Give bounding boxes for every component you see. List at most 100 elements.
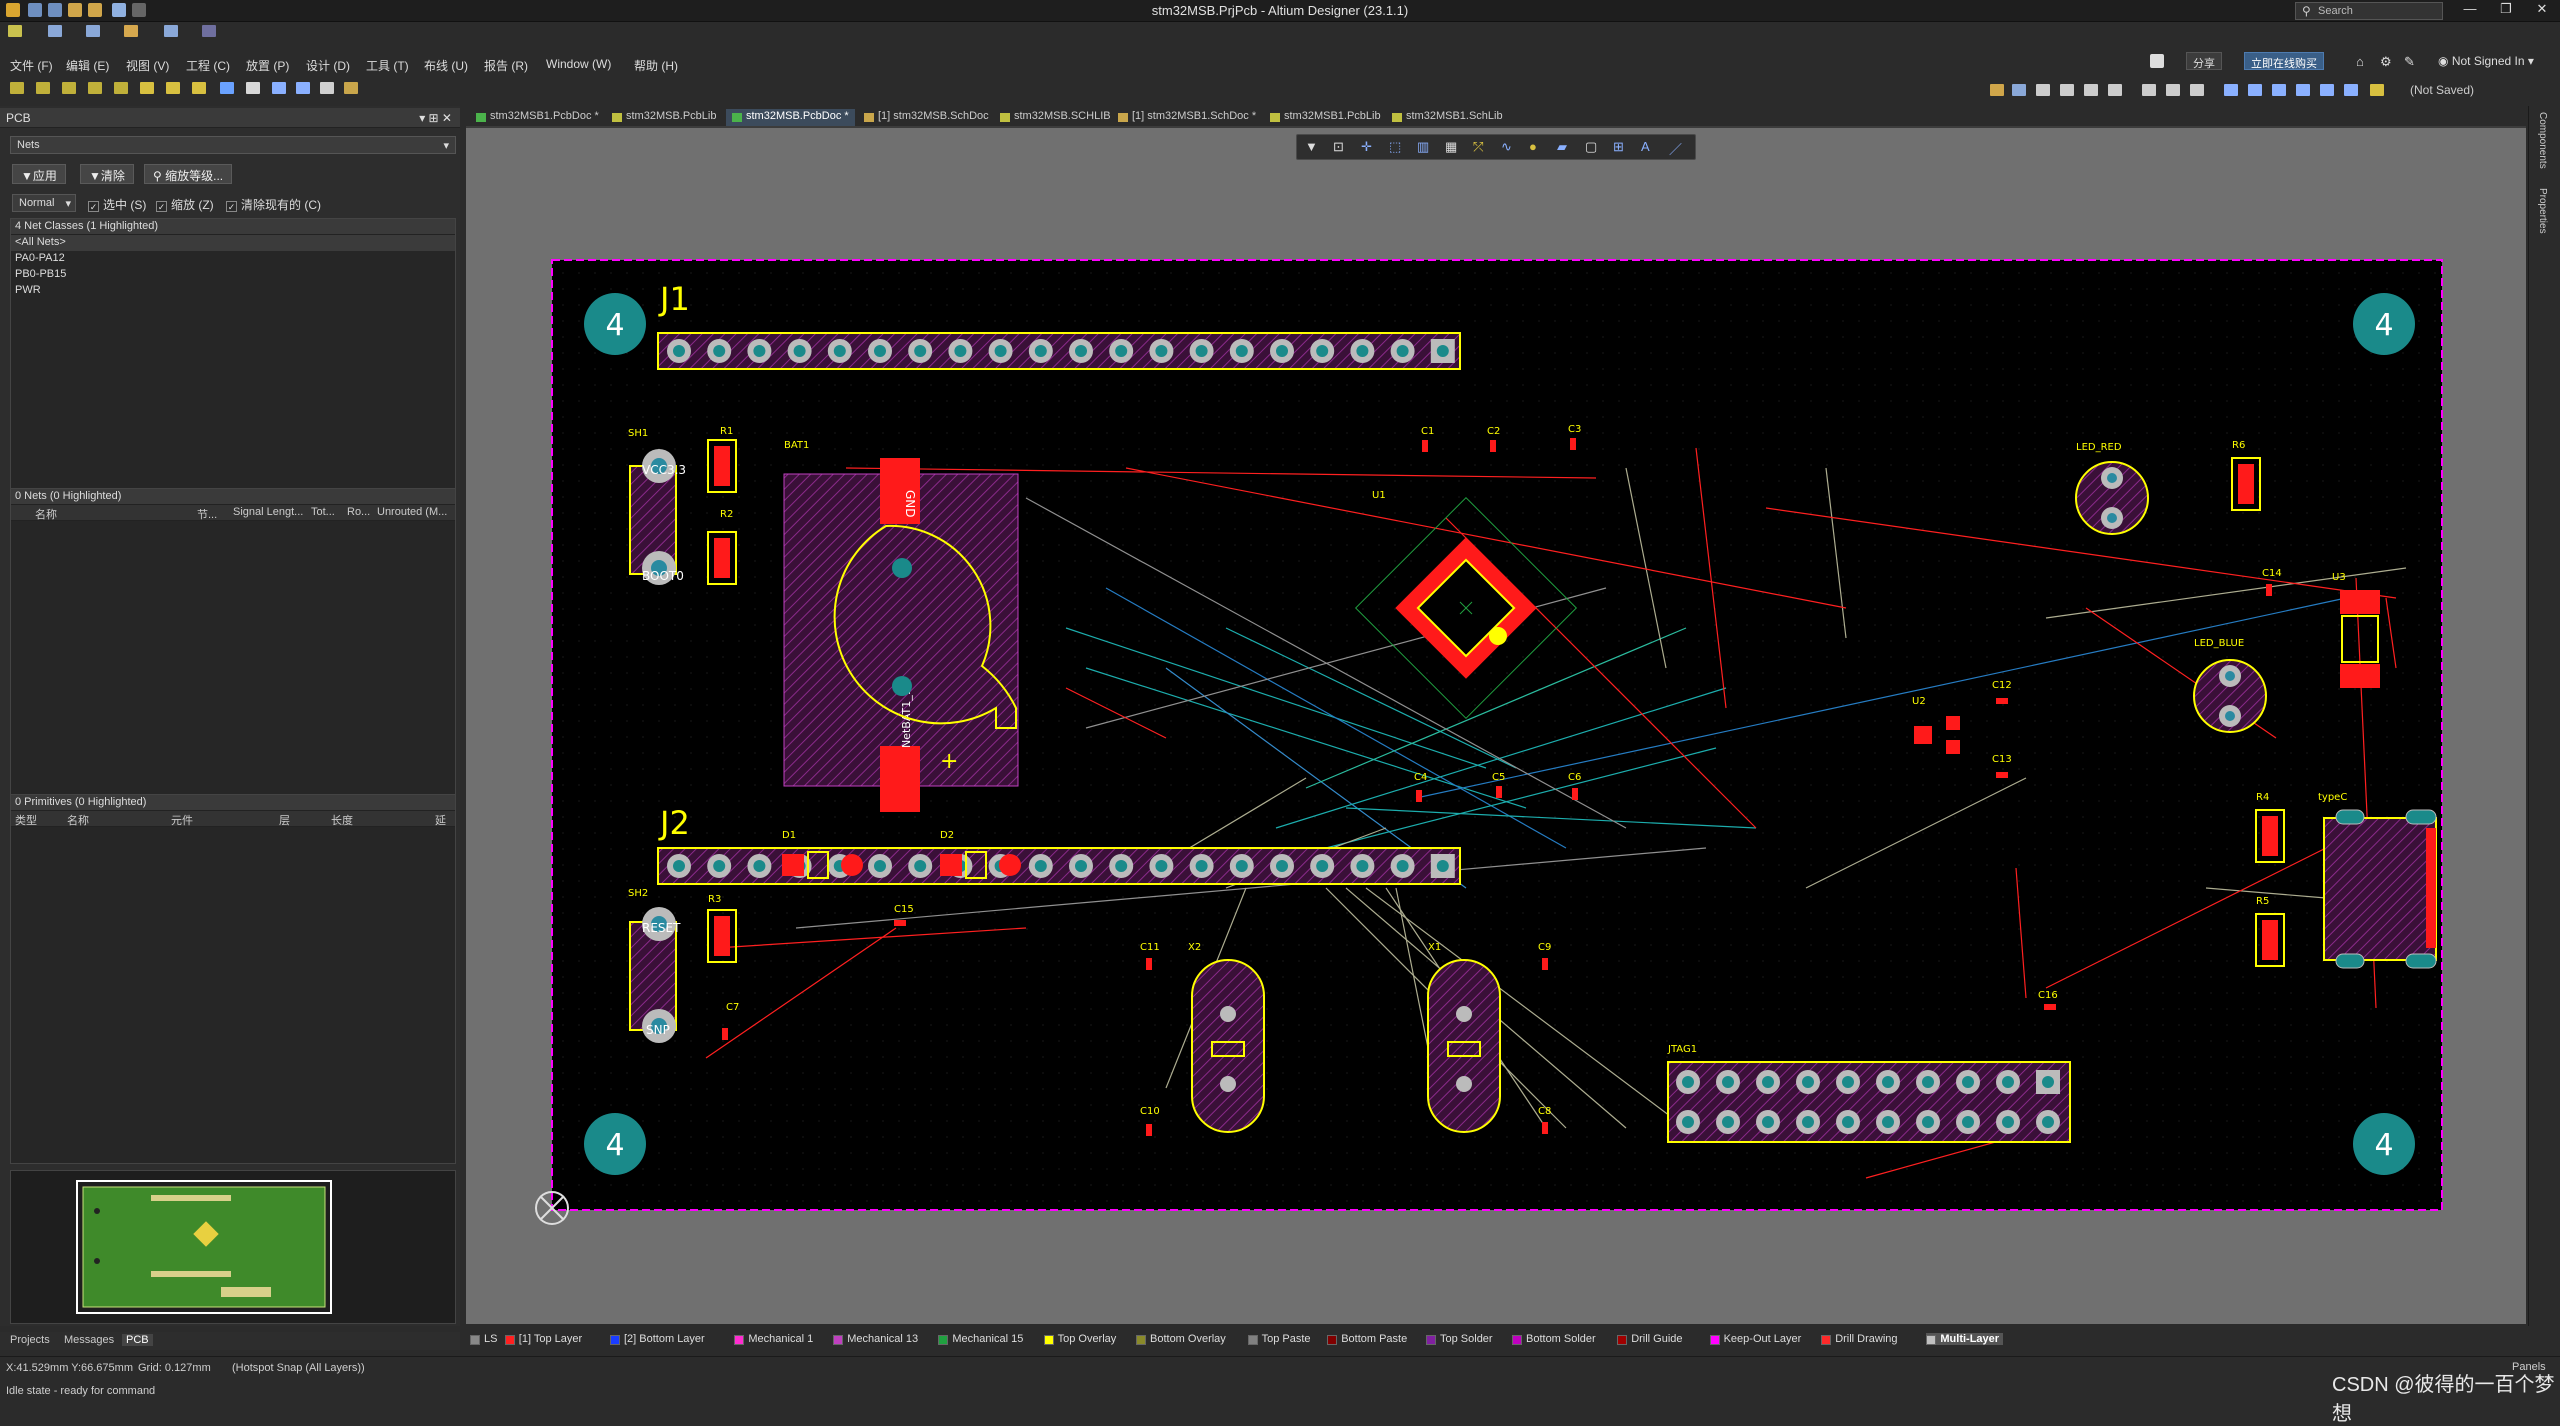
diff-pair-icon[interactable]: ∿ bbox=[1501, 139, 1512, 155]
panel-mode-select[interactable]: Nets ▾ bbox=[10, 136, 456, 154]
align-icon[interactable]: ▥ bbox=[1417, 139, 1429, 155]
select-rect-tool-icon[interactable]: ⬚ bbox=[1389, 139, 1401, 155]
zoom-level-button[interactable]: ⚲ 缩放等级... bbox=[144, 164, 233, 184]
menu-reports[interactable]: 报告 (R) bbox=[484, 57, 528, 74]
pencil-icon[interactable] bbox=[8, 25, 22, 37]
notification-icon[interactable]: ✎ bbox=[2404, 54, 2415, 70]
layer-tab[interactable]: Bottom Overlay bbox=[1136, 1333, 1226, 1345]
menu-tools[interactable]: 工具 (T) bbox=[366, 57, 409, 74]
zoom-checkbox[interactable]: ✓ 缩放 (Z) bbox=[156, 196, 214, 213]
layer-tab[interactable]: Drill Drawing bbox=[1821, 1333, 1898, 1345]
chat-icon[interactable] bbox=[2150, 54, 2164, 68]
tab-pcb[interactable]: PCB bbox=[122, 1334, 153, 1346]
col-type[interactable]: 类型 bbox=[15, 812, 37, 828]
via-icon[interactable] bbox=[140, 82, 154, 94]
col-delay[interactable]: 延 bbox=[435, 812, 446, 828]
layer-tab[interactable]: Multi-Layer bbox=[1926, 1333, 2004, 1345]
share-button[interactable]: 分享 bbox=[2186, 52, 2222, 70]
view-icon[interactable] bbox=[164, 25, 178, 37]
menu-file[interactable]: 文件 (F) bbox=[10, 57, 53, 74]
apply-button[interactable]: ▼应用 bbox=[12, 164, 66, 184]
list-item[interactable]: PB0-PB15 bbox=[11, 267, 455, 283]
track-icon[interactable] bbox=[62, 82, 76, 94]
col-component[interactable]: 元件 bbox=[171, 812, 193, 828]
home-icon[interactable]: ⌂ bbox=[2356, 54, 2364, 69]
doc-tab[interactable]: stm32MSB1.PcbDoc * bbox=[470, 109, 605, 126]
clear-button[interactable]: ▼清除 bbox=[80, 164, 134, 184]
fill-icon[interactable] bbox=[220, 82, 234, 94]
list-item[interactable]: PA0-PA12 bbox=[11, 251, 455, 267]
pcb-canvas[interactable]: 4 4 4 4 J1 J2 VCC3.3 BOOT0 SH1 R1 R2 BAT… bbox=[466, 128, 2526, 1324]
paste-icon[interactable] bbox=[2166, 84, 2180, 96]
doc-tab-active[interactable]: stm32MSB.PcbDoc * bbox=[726, 109, 855, 126]
tab-components[interactable]: Components bbox=[2537, 112, 2548, 169]
layer-tab[interactable]: Top Overlay bbox=[1043, 1333, 1116, 1345]
maximize-button[interactable]: ❐ bbox=[2488, 1, 2524, 21]
fill-tool-icon[interactable]: ▰ bbox=[1557, 139, 1567, 155]
col-length[interactable]: 长度 bbox=[331, 812, 353, 828]
place-component-icon[interactable]: ▦ bbox=[1445, 139, 1457, 155]
select-tool-icon[interactable]: ⊡ bbox=[1333, 139, 1344, 155]
select-checkbox[interactable]: ✓ 选中 (S) bbox=[88, 196, 146, 213]
layer-tab[interactable]: [1] Top Layer bbox=[504, 1333, 582, 1345]
layer-tab[interactable]: Mechanical 13 bbox=[833, 1333, 918, 1345]
col-layer[interactable]: 层 bbox=[279, 812, 290, 828]
menu-design[interactable]: 设计 (D) bbox=[306, 57, 350, 74]
board-preview[interactable] bbox=[10, 1170, 456, 1324]
scissors-icon[interactable] bbox=[2108, 84, 2122, 96]
doc-tab[interactable]: stm32MSB.PcbLib bbox=[606, 109, 722, 126]
list-item[interactable]: PWR bbox=[11, 283, 455, 299]
col-prim-name[interactable]: 名称 bbox=[67, 812, 89, 828]
region-icon[interactable] bbox=[114, 82, 128, 94]
layer-tab[interactable]: Bottom Paste bbox=[1327, 1333, 1407, 1345]
layer-tab[interactable]: Bottom Solder bbox=[1512, 1333, 1596, 1345]
tab-properties[interactable]: Properties bbox=[2537, 188, 2548, 234]
route-icon[interactable] bbox=[124, 25, 138, 37]
layer-tab[interactable]: Top Solder bbox=[1426, 1333, 1493, 1345]
select-rect-icon[interactable] bbox=[2224, 84, 2238, 96]
polygon-icon[interactable] bbox=[246, 82, 260, 94]
deselect-icon[interactable] bbox=[2272, 84, 2286, 96]
layer-tab[interactable]: Drill Guide bbox=[1617, 1333, 1683, 1345]
folder-icon[interactable] bbox=[1990, 84, 2004, 96]
arc-place-icon[interactable] bbox=[192, 82, 206, 94]
clear-filter-icon[interactable] bbox=[2296, 84, 2310, 96]
col-name[interactable]: 名称 bbox=[35, 506, 57, 522]
move-icon[interactable] bbox=[36, 82, 50, 94]
layer-tab[interactable]: Mechanical 15 bbox=[938, 1333, 1023, 1345]
redo-doc-icon[interactable] bbox=[2344, 84, 2358, 96]
menu-help[interactable]: 帮助 (H) bbox=[634, 57, 678, 74]
col-routed[interactable]: Ro... bbox=[347, 506, 370, 518]
doc-tab[interactable]: stm32MSB.SCHLIB bbox=[994, 109, 1117, 126]
move-tool-icon[interactable]: ✛ bbox=[1361, 139, 1372, 155]
menu-route[interactable]: 布线 (U) bbox=[424, 57, 468, 74]
rubber-stamp-icon[interactable] bbox=[2190, 84, 2204, 96]
panel-controls[interactable]: ▾ ⊞ ✕ bbox=[419, 111, 452, 125]
save-doc-icon[interactable] bbox=[2012, 84, 2026, 96]
layer-tab[interactable]: Top Paste bbox=[1247, 1333, 1311, 1345]
via-tool-icon[interactable]: ● bbox=[1529, 139, 1537, 154]
board-icon[interactable] bbox=[202, 25, 216, 37]
move-sel-icon[interactable] bbox=[2248, 84, 2262, 96]
dimension-icon[interactable] bbox=[320, 82, 334, 94]
flash-icon[interactable] bbox=[2370, 84, 2384, 96]
col-total[interactable]: Tot... bbox=[311, 506, 335, 518]
dimension-tool-icon[interactable]: ⊞ bbox=[1613, 139, 1624, 155]
col-nodes[interactable]: 节... bbox=[197, 506, 217, 522]
arc-icon[interactable] bbox=[88, 82, 102, 94]
layer-tab[interactable]: Keep-Out Layer bbox=[1709, 1333, 1801, 1345]
zoom-icon[interactable] bbox=[2060, 84, 2074, 96]
search-box[interactable]: ⚲ Search bbox=[2295, 2, 2443, 20]
mask-mode-select[interactable]: Normal ▾ bbox=[12, 194, 76, 212]
component-icon[interactable] bbox=[344, 82, 358, 94]
col-signal-length[interactable]: Signal Lengt... bbox=[233, 506, 303, 518]
layer-tab[interactable]: [2] Bottom Layer bbox=[610, 1333, 705, 1345]
col-unrouted[interactable]: Unrouted (M... bbox=[377, 506, 447, 518]
close-button[interactable]: ✕ bbox=[2524, 1, 2560, 21]
doc-icon[interactable] bbox=[48, 25, 62, 37]
menu-edit[interactable]: 编辑 (E) bbox=[66, 57, 109, 74]
user-account[interactable]: ◉ Not Signed In ▾ bbox=[2438, 54, 2534, 68]
route-tool-icon[interactable]: ⤱ bbox=[1473, 139, 1483, 155]
keepout-icon[interactable]: ▢ bbox=[1585, 139, 1597, 155]
string-icon[interactable] bbox=[296, 82, 310, 94]
